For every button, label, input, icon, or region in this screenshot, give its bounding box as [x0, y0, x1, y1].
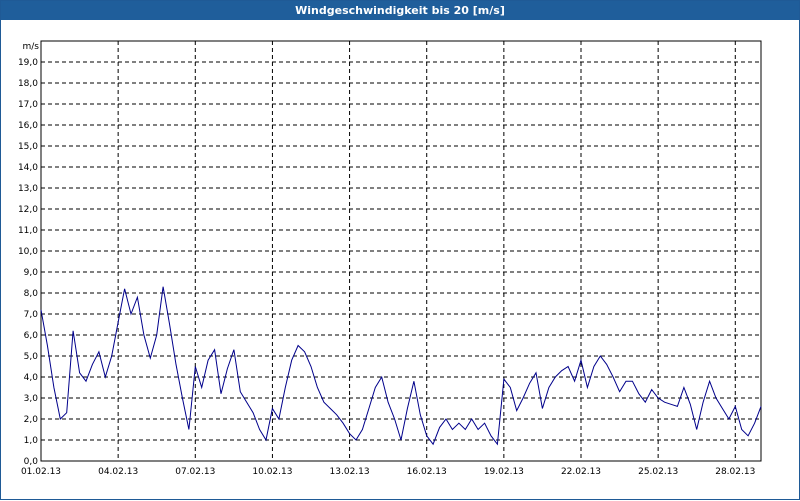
x-tick-label: 19.02.13 [484, 467, 524, 477]
y-tick-label: 13,0 [18, 184, 38, 194]
y-tick-label: 6,0 [24, 331, 39, 341]
line-chart: 0,0 1,0 2,0 3,0 4,0 5,0 6,0 7,0 8,0 9,0 10,0 11,0 12… [18, 40, 762, 477]
y-tick-label: 11,0 [18, 226, 38, 236]
y-tick-label: 1,0 [24, 436, 39, 446]
x-tick-label: 04.02.13 [98, 467, 138, 477]
y-tick-label: 0,0 [24, 457, 39, 467]
y-tick-label: 12,0 [18, 205, 38, 215]
y-tick-label: 10,0 [18, 247, 38, 257]
y-axis: 0,0 1,0 2,0 3,0 4,0 5,0 6,0 7,0 8,0 9,0 10,0 11,0 12… [18, 58, 38, 467]
y-tick-label: 14,0 [18, 163, 38, 173]
y-tick-label: 2,0 [24, 415, 39, 425]
x-axis: 01.02.13 04.02.13 07.02.13 10.02.13 13.02.13… [21, 467, 755, 477]
x-tick-label: 13.02.13 [330, 467, 370, 477]
x-tick-label: 16.02.13 [407, 467, 447, 477]
y-axis-unit-label: m/s [23, 42, 40, 52]
y-tick-label: 5,0 [24, 352, 39, 362]
y-tick-label: 7,0 [24, 310, 39, 320]
y-tick-label: 19,0 [18, 58, 38, 68]
y-tick-label: 16,0 [18, 121, 38, 131]
y-tick-label: 3,0 [24, 394, 39, 404]
x-tick-label: 01.02.13 [21, 467, 61, 477]
x-tick-label: 10.02.13 [252, 467, 292, 477]
y-tick-label: 18,0 [18, 79, 38, 89]
x-tick-label: 28.02.13 [715, 467, 755, 477]
y-tick-label: 4,0 [24, 373, 39, 383]
y-tick-label: 15,0 [18, 142, 38, 152]
x-tick-label: 07.02.13 [175, 467, 215, 477]
y-tick-label: 17,0 [18, 100, 38, 110]
y-tick-label: 9,0 [24, 268, 39, 278]
x-tick-label: 25.02.13 [638, 467, 678, 477]
chart-window: Windgeschwindigkeit bis 20 [m/s] 0,0 1,0 2… [0, 0, 800, 500]
grid-lines [41, 41, 761, 461]
y-tick-label: 8,0 [24, 289, 39, 299]
x-tick-label: 22.02.13 [561, 467, 601, 477]
